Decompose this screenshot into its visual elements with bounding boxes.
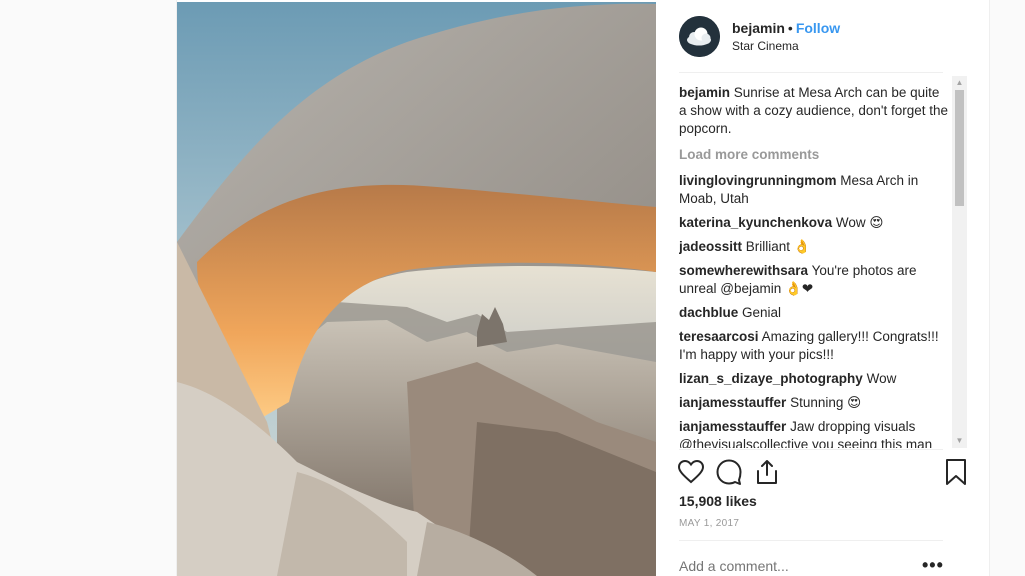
- action-bar: [656, 456, 991, 488]
- header-username[interactable]: bejamin: [732, 20, 785, 36]
- comment-username[interactable]: lizan_s_dizaye_photography: [679, 371, 863, 386]
- comment-item: ianjamesstauffer Stunning 😍: [679, 394, 949, 412]
- header-text: bejamin • Follow Star Cinema: [732, 19, 840, 54]
- likes-count[interactable]: 15,908 likes: [679, 493, 757, 509]
- comment-username[interactable]: ianjamesstauffer: [679, 419, 786, 434]
- comment-text: Brilliant 👌: [745, 239, 811, 254]
- add-comment-input[interactable]: [679, 558, 919, 574]
- comment-item: somewherewithsara You're photos are unre…: [679, 262, 949, 298]
- comment-item: jadeossitt Brilliant 👌: [679, 238, 949, 256]
- comment-text: Stunning 😍: [790, 395, 862, 410]
- caption: bejamin Sunrise at Mesa Arch can be quit…: [679, 84, 949, 138]
- location-link[interactable]: Star Cinema: [732, 38, 840, 54]
- post-header: bejamin • Follow Star Cinema: [656, 0, 991, 72]
- comment-item: ianjamesstauffer Jaw dropping visuals @t…: [679, 418, 949, 448]
- comment-username[interactable]: ianjamesstauffer: [679, 395, 786, 410]
- mesa-arch-photo: [177, 2, 656, 576]
- comment-username[interactable]: jadeossitt: [679, 239, 742, 254]
- heart-icon[interactable]: [677, 458, 705, 486]
- comment-username[interactable]: teresaarcosi: [679, 329, 759, 344]
- comment-username[interactable]: dachblue: [679, 305, 738, 320]
- post-photo[interactable]: [177, 2, 656, 576]
- follow-button[interactable]: Follow: [796, 20, 840, 36]
- bookmark-icon[interactable]: [942, 458, 970, 486]
- comment-username[interactable]: katerina_kyunchenkova: [679, 215, 832, 230]
- load-more-comments-button[interactable]: Load more comments: [679, 146, 949, 164]
- add-comment-divider: [679, 540, 943, 541]
- comment-text: Wow 😍: [835, 215, 884, 230]
- avatar[interactable]: [679, 15, 720, 57]
- comments-scrollbar[interactable]: ▲ ▼: [952, 76, 967, 448]
- scrollbar-thumb[interactable]: [955, 90, 964, 206]
- header-separator: •: [787, 19, 793, 36]
- post-container: bejamin • Follow Star Cinema bejamin Sunri…: [176, 0, 990, 576]
- comment-text: Wow: [866, 371, 897, 386]
- comment-item: katerina_kyunchenkova Wow 😍: [679, 214, 949, 232]
- actions-divider: [679, 449, 943, 450]
- share-icon[interactable]: [753, 458, 781, 486]
- scroll-up-arrow-icon[interactable]: ▲: [952, 76, 967, 90]
- post-date: MAY 1, 2017: [679, 518, 740, 529]
- header-divider: [679, 72, 943, 73]
- scroll-down-arrow-icon[interactable]: ▼: [952, 434, 967, 448]
- comment-item: teresaarcosi Amazing gallery!!! Congrats…: [679, 328, 949, 364]
- comment-item: dachblue Genial: [679, 304, 949, 322]
- comment-text: Genial: [742, 305, 782, 320]
- header-line: bejamin • Follow: [732, 19, 840, 37]
- cloud-icon: [679, 15, 720, 57]
- more-options-icon[interactable]: •••: [922, 555, 944, 576]
- comment-icon[interactable]: [715, 458, 743, 486]
- comment-username[interactable]: livinglovingrunningmom: [679, 173, 837, 188]
- comment-username[interactable]: somewherewithsara: [679, 263, 808, 278]
- post-sidebar: bejamin • Follow Star Cinema bejamin Sunri…: [656, 0, 991, 576]
- comment-item: livinglovingrunningmom Mesa Arch in Moab…: [679, 172, 949, 208]
- caption-username[interactable]: bejamin: [679, 85, 730, 100]
- comments-list: bejamin Sunrise at Mesa Arch can be quit…: [679, 84, 949, 448]
- comment-item: lizan_s_dizaye_photography Wow: [679, 370, 949, 388]
